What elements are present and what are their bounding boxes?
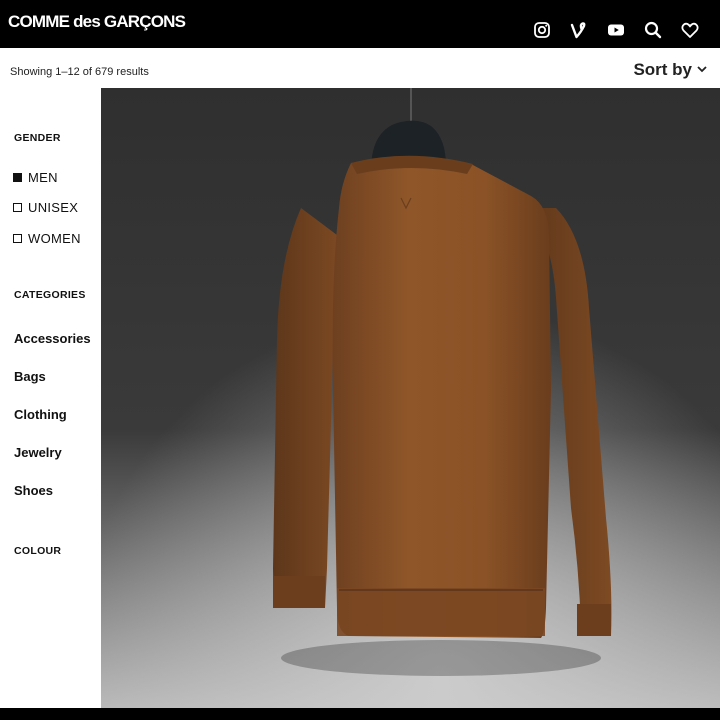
instagram-icon[interactable] <box>532 20 552 40</box>
checkbox[interactable] <box>13 203 22 212</box>
gender-filter-unisex[interactable]: UNISEX <box>13 200 78 215</box>
categories-heading: CATEGORIES <box>14 289 86 301</box>
results-bar: Showing 1–12 of 679 results Sort by <box>0 48 720 88</box>
gender-filter-men[interactable]: MEN <box>13 170 58 185</box>
sweater-photo <box>101 88 720 708</box>
chevron-down-icon <box>696 60 708 80</box>
gender-label: UNISEX <box>28 200 79 215</box>
product-image[interactable] <box>101 88 720 708</box>
category-jewelry[interactable]: Jewelry <box>14 445 62 460</box>
heart-icon[interactable] <box>680 20 700 40</box>
sort-by-dropdown[interactable]: Sort by <box>633 60 708 80</box>
category-accessories[interactable]: Accessories <box>14 331 91 346</box>
colour-heading: COLOUR <box>14 545 62 557</box>
checkbox[interactable] <box>13 234 22 243</box>
gender-label: MEN <box>28 170 58 185</box>
sort-by-label: Sort by <box>633 60 692 79</box>
bottom-bar <box>0 708 720 720</box>
results-count: Showing 1–12 of 679 results <box>10 66 149 78</box>
gender-heading: GENDER <box>14 132 61 144</box>
brand-logo[interactable]: COMME des GARÇONS <box>8 12 186 32</box>
vine-icon[interactable] <box>569 20 589 40</box>
gender-filter-women[interactable]: WOMEN <box>13 231 81 246</box>
search-icon[interactable] <box>643 20 663 40</box>
category-bags[interactable]: Bags <box>14 369 46 384</box>
top-bar: COMME des GARÇONS <box>0 0 720 48</box>
checkbox-checked[interactable] <box>13 173 22 182</box>
gender-label: WOMEN <box>28 231 81 246</box>
header-icons <box>532 20 700 40</box>
category-shoes[interactable]: Shoes <box>14 483 53 498</box>
youtube-icon[interactable] <box>606 20 626 40</box>
filter-sidebar: GENDER MEN UNISEX WOMEN CATEGORIES Acces… <box>0 88 101 708</box>
category-clothing[interactable]: Clothing <box>14 407 67 422</box>
